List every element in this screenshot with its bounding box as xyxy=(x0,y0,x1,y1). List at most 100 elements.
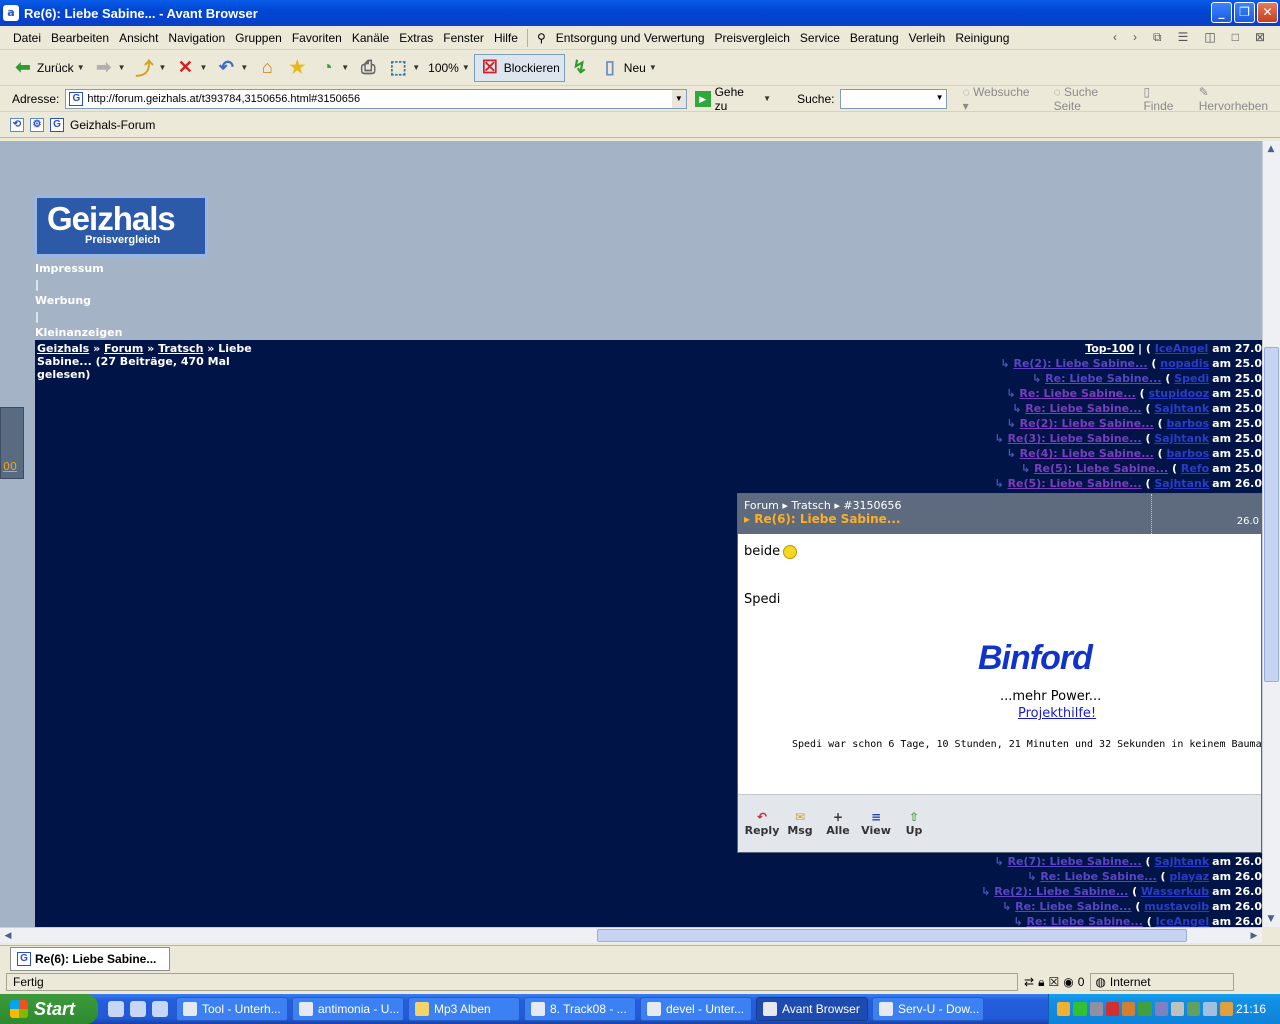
thread-author[interactable]: IceAngel xyxy=(1156,915,1210,927)
home-button[interactable]: ⌂ xyxy=(252,54,282,82)
view-button[interactable]: ≡ View xyxy=(861,810,891,837)
scroll-left-icon[interactable]: ◀ xyxy=(0,928,16,944)
taskbar-item[interactable]: Tool - Unterh... xyxy=(176,997,288,1021)
thread-title-link[interactable]: Re(2): Liebe Sabine... xyxy=(1020,417,1154,430)
print-button[interactable]: ⎙ xyxy=(353,54,383,82)
vertical-scroll-thumb[interactable] xyxy=(1264,347,1279,682)
menu-kanaele[interactable]: Kanäle xyxy=(347,31,394,45)
stop-button[interactable]: ✕ ▼ xyxy=(170,54,211,82)
u-icon[interactable] xyxy=(1073,1002,1087,1016)
menu-gruppen[interactable]: Gruppen xyxy=(230,31,287,45)
restore-button[interactable]: ❐ xyxy=(1234,2,1255,23)
thread-title-link[interactable]: Re: Liebe Sabine... xyxy=(1019,387,1135,400)
crumb-tratsch[interactable]: Tratsch xyxy=(158,342,203,355)
taskbar-item-active[interactable]: Avant Browser xyxy=(756,997,868,1021)
horizontal-scroll-thumb[interactable] xyxy=(597,929,1187,942)
link-verleih[interactable]: Verleih xyxy=(904,31,951,45)
thread-author[interactable]: mustavoib xyxy=(1144,900,1209,913)
cascade-icon[interactable]: ⧉ xyxy=(1148,30,1167,45)
thread-author[interactable]: barbos xyxy=(1166,447,1209,460)
address-input[interactable]: G http://forum.geizhals.at/t393784,31506… xyxy=(65,88,687,109)
popup-blocked-icon[interactable]: ☒ xyxy=(1048,975,1059,989)
thread-title-link[interactable]: Re(2): Liebe Sabine... xyxy=(1013,357,1147,370)
tray-app-icon[interactable] xyxy=(1154,1002,1168,1016)
thread-title-link[interactable]: Re: Liebe Sabine... xyxy=(1025,402,1141,415)
thread-author[interactable]: barbos xyxy=(1166,417,1209,430)
arrow-right-icon[interactable]: › xyxy=(1128,30,1142,45)
thread-title-link[interactable]: Re(3): Liebe Sabine... xyxy=(1008,432,1142,445)
chevron-down-icon[interactable]: ▼ xyxy=(649,63,657,72)
link-werbung[interactable]: Werbung xyxy=(35,293,122,309)
horizontal-scrollbar[interactable]: ◀ ▶ xyxy=(0,927,1262,943)
chevron-down-icon[interactable]: ▼ xyxy=(341,63,349,72)
thread-author[interactable]: Sajhtank xyxy=(1154,432,1209,445)
thread-author[interactable]: Sajhtank xyxy=(1154,402,1209,415)
thread-author[interactable]: Refo xyxy=(1181,462,1209,475)
post-crumb-id[interactable]: #3150656 xyxy=(843,499,901,512)
page-settings-icon[interactable]: ⚙ xyxy=(30,117,44,132)
thread-title-link[interactable]: Re(7): Liebe Sabine... xyxy=(1008,855,1142,868)
network-icon[interactable] xyxy=(1203,1002,1217,1016)
link-preisvergleich[interactable]: Preisvergleich xyxy=(710,31,795,45)
new-button[interactable]: ▯ Neu ▼ xyxy=(595,54,661,82)
link-impressum[interactable]: Impressum xyxy=(35,261,122,277)
thread-title-link[interactable]: Re(4): Liebe Sabine... xyxy=(1020,447,1154,460)
thread-title-link[interactable]: Re(2): Liebe Sabine... xyxy=(994,885,1128,898)
arrow-left-icon[interactable]: ‹ xyxy=(1108,30,1122,45)
menu-ansicht[interactable]: Ansicht xyxy=(114,31,163,45)
menu-fenster[interactable]: Fenster xyxy=(438,31,489,45)
link-reinigung[interactable]: Reinigung xyxy=(950,31,1014,45)
scroll-down-icon[interactable]: ▼ xyxy=(1263,911,1279,927)
quick-launch-ie-icon[interactable] xyxy=(108,1001,124,1017)
fullscreen-button[interactable]: ⬚ ▼ xyxy=(383,54,424,82)
side-panel-link[interactable]: 00 xyxy=(3,460,17,473)
menu-favoriten[interactable]: Favoriten xyxy=(287,31,347,45)
taskbar-item[interactable]: devel - Unter... xyxy=(640,997,752,1021)
favorite-geizhals-forum[interactable]: Geizhals-Forum xyxy=(70,118,155,132)
menu-datei[interactable]: Datei xyxy=(8,31,46,45)
link-service[interactable]: Service xyxy=(795,31,845,45)
forward-button[interactable]: ➡ ▼ xyxy=(89,54,130,82)
reply-button[interactable]: ↶ Reply xyxy=(745,810,780,837)
close-tab-icon[interactable]: ⊠ xyxy=(1250,30,1270,45)
tray-app-icon[interactable] xyxy=(1187,1002,1201,1016)
k-icon[interactable] xyxy=(1105,1002,1120,1016)
privacy-icon[interactable]: ◉ xyxy=(1063,975,1073,989)
chevron-down-icon[interactable]: ▼ xyxy=(240,63,248,72)
alle-button[interactable]: + Alle xyxy=(826,810,850,837)
tray-app-icon[interactable] xyxy=(1089,1002,1103,1016)
chevron-down-icon[interactable]: ▼ xyxy=(199,63,207,72)
post-crumb-tratsch[interactable]: Tratsch xyxy=(791,499,830,512)
thread-author[interactable]: IceAngel xyxy=(1155,342,1209,355)
flash-button[interactable]: ↯ xyxy=(565,54,595,82)
quick-launch-email-icon[interactable] xyxy=(130,1001,146,1017)
link-kleinanzeigen[interactable]: Kleinanzeigen xyxy=(35,325,122,341)
taskbar-item[interactable]: 8. Track08 - ... xyxy=(524,997,636,1021)
post-crumb-forum[interactable]: Forum xyxy=(744,499,779,512)
go-button[interactable]: ▶ Gehe zu ▼ xyxy=(694,85,771,113)
menu-navigation[interactable]: Navigation xyxy=(163,31,230,45)
thread-title-link[interactable]: Re: Liebe Sabine... xyxy=(1040,870,1156,883)
minimize-button[interactable]: _ xyxy=(1211,2,1232,23)
msg-button[interactable]: ✉ Msg xyxy=(787,810,812,837)
volume-icon[interactable] xyxy=(1219,1002,1233,1016)
finde-button[interactable]: ▯ Finde xyxy=(1143,85,1182,113)
refresh-button[interactable]: ↶ ▼ xyxy=(211,54,252,82)
tray-app-icon[interactable] xyxy=(1170,1002,1185,1016)
geizhals-logo[interactable]: Geizhals Preisvergleich xyxy=(34,195,208,257)
tray-app-icon[interactable] xyxy=(1138,1002,1152,1016)
crumb-forum[interactable]: Forum xyxy=(104,342,143,355)
thread-title-link[interactable]: Re: Liebe Sabine... xyxy=(1027,915,1143,927)
crumb-geizhals[interactable]: Geizhals xyxy=(37,342,89,355)
thread-title-link[interactable]: Re: Liebe Sabine... xyxy=(1045,372,1161,385)
thread-author[interactable]: Sajhtank xyxy=(1154,477,1209,490)
chevron-down-icon[interactable]: ▼ xyxy=(118,63,126,72)
search-input[interactable] xyxy=(840,88,947,109)
thread-author[interactable]: playaz xyxy=(1169,870,1209,883)
shield-icon[interactable] xyxy=(1057,1002,1071,1016)
hervorheben-button[interactable]: ✎ Hervorheben xyxy=(1199,85,1280,113)
scroll-up-icon[interactable]: ▲ xyxy=(1263,141,1279,157)
chevron-down-icon[interactable]: ▼ xyxy=(763,94,771,103)
up-button[interactable]: ⤴ ▼ xyxy=(130,54,171,82)
tab-active[interactable]: G Re(6): Liebe Sabine... xyxy=(10,946,170,971)
